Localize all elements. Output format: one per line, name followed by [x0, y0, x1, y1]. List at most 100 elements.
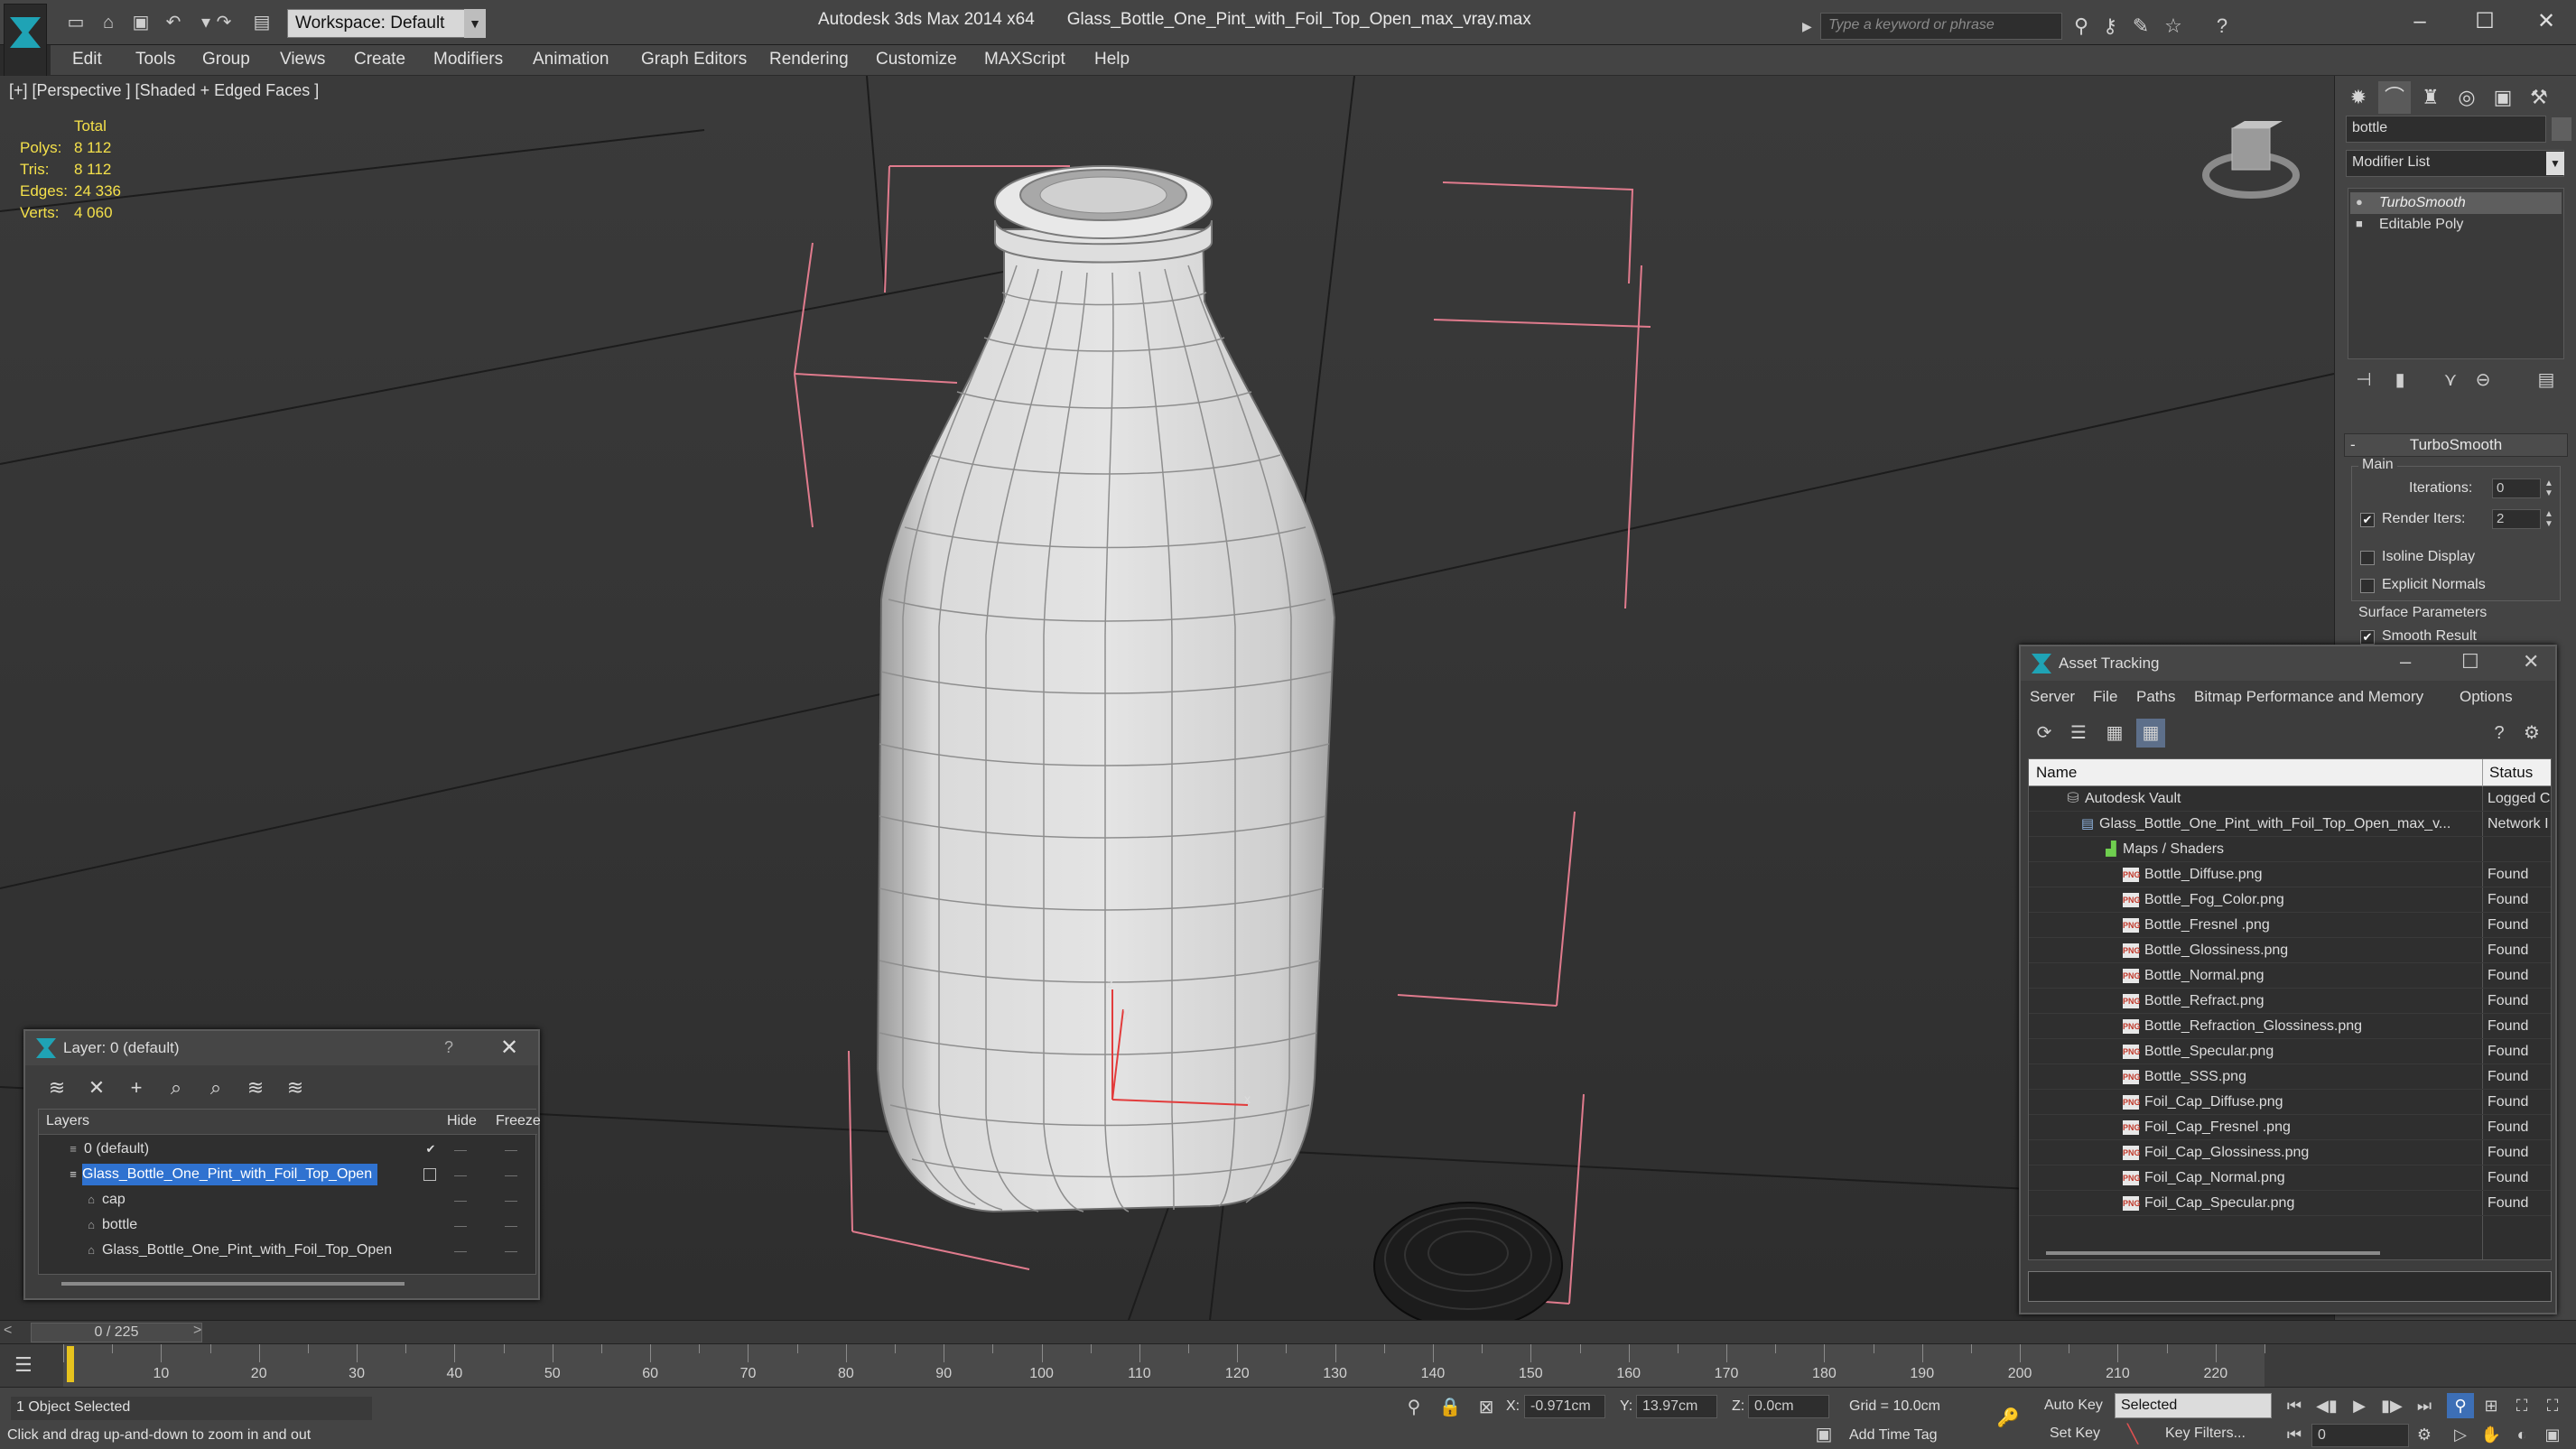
menu-group[interactable]: Group [202, 50, 250, 70]
asset-row[interactable]: PNG Bottle_Fresnel .png Found [2029, 913, 2551, 938]
delete-layer-icon[interactable]: ✕ [83, 1074, 110, 1101]
x-coord-field[interactable]: -0.971cm [1524, 1395, 1605, 1418]
key-filters-button[interactable]: Key Filters... [2165, 1426, 2246, 1442]
set-current-checkbox[interactable] [423, 1168, 436, 1181]
time-tag-icon[interactable]: ▣ [1811, 1422, 1837, 1447]
asset-row[interactable]: ⛁ Autodesk Vault Logged C [2029, 786, 2551, 812]
make-unique-icon[interactable]: ⋎ [2438, 368, 2463, 392]
freeze-toggle[interactable]: — [505, 1137, 517, 1162]
menu-rendering[interactable]: Rendering [769, 50, 849, 70]
go-to-start-icon[interactable]: ⏮ [2281, 1393, 2308, 1418]
z-coord-field[interactable]: 0.0cm [1748, 1395, 1829, 1418]
isolate-icon[interactable]: ⚲ [1401, 1395, 1427, 1420]
help-icon[interactable]: ? [2209, 13, 2236, 40]
layer-row[interactable]: ⌂ bottle — — [39, 1212, 535, 1238]
mini-curve-editor-icon[interactable]: ☰ [14, 1353, 33, 1377]
asset-path-field[interactable] [2028, 1271, 2552, 1302]
asset-row[interactable]: PNG Bottle_Glossiness.png Found [2029, 938, 2551, 963]
layer-row[interactable]: ⌂ cap — — [39, 1187, 535, 1212]
selection-lock-icon[interactable]: 🔒 [1437, 1395, 1463, 1420]
zoom-extents-icon[interactable]: ⛶ [2508, 1393, 2535, 1418]
menu-file[interactable]: File [2093, 688, 2117, 706]
menu-options[interactable]: Options [2460, 688, 2513, 706]
asset-row[interactable]: PNG Foil_Cap_Glossiness.png Found [2029, 1140, 2551, 1166]
highlight-selected-icon[interactable]: ⌕ [202, 1074, 229, 1101]
menu-help[interactable]: Help [1094, 50, 1130, 70]
current-frame-marker[interactable] [67, 1346, 74, 1382]
col-freeze[interactable]: Freeze [496, 1113, 541, 1129]
viewcube-icon[interactable] [2201, 119, 2301, 209]
menu-animation[interactable]: Animation [533, 50, 609, 70]
menu-edit[interactable]: Edit [72, 50, 102, 70]
active-layer-check-icon[interactable]: ✔ [423, 1142, 438, 1156]
orbit-icon[interactable]: ◐ [2508, 1422, 2535, 1447]
zoom-extents-all-icon[interactable]: ⛶ [2539, 1393, 2566, 1418]
layer-horizontal-scrollbar[interactable] [61, 1282, 405, 1286]
time-slider-prev[interactable]: < [4, 1323, 12, 1339]
asset-row[interactable]: PNG Bottle_Refract.png Found [2029, 989, 2551, 1014]
asset-help-icon[interactable]: ? [2485, 719, 2514, 748]
remove-modifier-icon[interactable]: ⊖ [2470, 368, 2496, 392]
key-mode-dropdown[interactable]: Selected [2115, 1393, 2272, 1418]
hide-toggle[interactable]: — [454, 1212, 467, 1238]
asset-row[interactable]: PNG Foil_Cap_Fresnel .png Found [2029, 1115, 2551, 1140]
expand-icon[interactable]: ■ [2356, 218, 2368, 230]
time-slider[interactable]: < 0 / 225 > [0, 1320, 2576, 1343]
workspace-dropdown-arrow-icon[interactable]: ▼ [464, 9, 486, 38]
menu-views[interactable]: Views [280, 50, 325, 70]
new-file-icon[interactable]: ▭ [63, 11, 88, 34]
isoline-display-checkbox[interactable] [2360, 551, 2375, 565]
add-time-tag[interactable]: Add Time Tag [1849, 1427, 1938, 1444]
modifier-list-dropdown[interactable]: Modifier List [2346, 150, 2564, 177]
layer-row[interactable]: ≡ Glass_Bottle_One_Pint_with_Foil_Top_Op… [39, 1162, 535, 1187]
column-divider[interactable] [2482, 759, 2483, 786]
stack-item-turbosmooth[interactable]: ● TurboSmooth [2350, 192, 2562, 214]
menu-customize[interactable]: Customize [876, 50, 957, 70]
asset-row[interactable]: PNG Bottle_Diffuse.png Found [2029, 862, 2551, 887]
render-iters-spinner-arrows-icon[interactable]: ▲ ▼ [2543, 509, 2555, 529]
auto-key-button[interactable]: Auto Key [2044, 1395, 2107, 1418]
create-tab-icon[interactable]: ✹ [2342, 81, 2375, 114]
next-frame-icon[interactable]: ▮▶ [2378, 1393, 2405, 1418]
close-icon[interactable]: ✕ [500, 1035, 518, 1061]
asset-row[interactable]: PNG Bottle_Specular.png Found [2029, 1039, 2551, 1064]
maximize-viewport-icon[interactable]: ▣ [2539, 1422, 2566, 1447]
freeze-toggle[interactable]: — [505, 1187, 517, 1212]
freeze-toggle[interactable]: — [505, 1162, 517, 1187]
communication-center-icon[interactable]: ⚷ [2097, 13, 2124, 40]
asset-row[interactable]: PNG Bottle_Fog_Color.png Found [2029, 887, 2551, 913]
go-to-end-icon[interactable]: ⏭ [2411, 1393, 2438, 1418]
time-slider-next[interactable]: > [193, 1323, 201, 1339]
menu-modifiers[interactable]: Modifiers [433, 50, 503, 70]
field-of-view-icon[interactable]: ▷ [2447, 1422, 2474, 1447]
close-icon[interactable]: ✕ [2523, 650, 2539, 673]
maximize-icon[interactable]: ☐ [2461, 650, 2479, 673]
motion-tab-icon[interactable]: ◎ [2450, 81, 2483, 114]
iterations-spinner-arrows-icon[interactable]: ▲ ▼ [2543, 478, 2555, 498]
modifier-list-arrow-icon[interactable]: ▼ [2546, 152, 2564, 175]
refresh-icon[interactable]: ⟳ [2030, 719, 2059, 748]
smooth-result-checkbox[interactable]: ✔ [2360, 630, 2375, 645]
asset-row[interactable]: PNG Bottle_SSS.png Found [2029, 1064, 2551, 1090]
layer-dialog-titlebar[interactable]: Layer: 0 (default) ? ✕ [25, 1031, 538, 1065]
set-key-tangent-icon[interactable]: ╲ [2120, 1422, 2145, 1447]
previous-frame-icon[interactable]: ◀▮ [2313, 1393, 2340, 1418]
lightbulb-icon[interactable]: ● [2356, 196, 2368, 209]
redo-icon[interactable]: ↷ [211, 11, 237, 34]
track-ruler[interactable]: 10 20 30 40 50 60 70 80 90 100 110 120 130 140 150 160 1… [63, 1344, 2265, 1388]
key-icon[interactable]: 🔑 [1995, 1406, 2021, 1431]
hide-toggle[interactable]: — [454, 1238, 467, 1263]
hide-toggle[interactable]: — [454, 1137, 467, 1162]
search-expand-icon[interactable]: ▶ [1802, 13, 1818, 40]
help-button[interactable]: ? [444, 1038, 453, 1057]
menu-paths[interactable]: Paths [2136, 688, 2175, 706]
asset-row[interactable]: PNG Foil_Cap_Specular.png Found [2029, 1191, 2551, 1216]
layer-row[interactable]: ⌂ Glass_Bottle_One_Pint_with_Foil_Top_Op… [39, 1238, 535, 1263]
asset-row[interactable]: PNG Foil_Cap_Diffuse.png Found [2029, 1090, 2551, 1115]
hide-all-icon[interactable]: ≋ [242, 1074, 269, 1101]
asset-row[interactable]: ▤ Glass_Bottle_One_Pint_with_Foil_Top_Op… [2029, 812, 2551, 837]
freeze-toggle[interactable]: — [505, 1212, 517, 1238]
workspace-dropdown[interactable]: Workspace: Default [287, 9, 486, 38]
layer-row[interactable]: ≡ 0 (default) ✔ — — [39, 1137, 535, 1162]
col-name[interactable]: Name [2036, 764, 2077, 782]
